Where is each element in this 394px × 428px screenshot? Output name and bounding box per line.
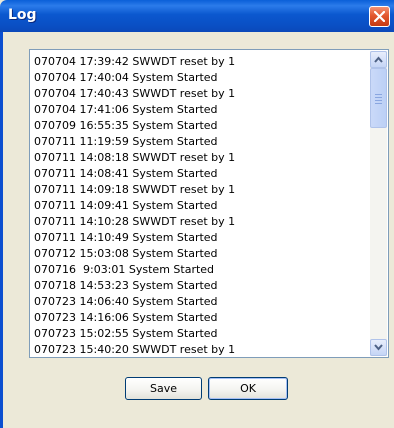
close-button[interactable] bbox=[369, 6, 390, 27]
window-title: Log bbox=[8, 7, 37, 23]
log-line[interactable]: 070704 17:41:06 System Started bbox=[34, 102, 235, 118]
thumb-grip bbox=[375, 94, 382, 95]
ok-button[interactable]: OK bbox=[208, 377, 288, 400]
log-line[interactable]: 070723 15:40:20 SWWDT reset by 1 bbox=[34, 342, 235, 357]
scroll-thumb[interactable] bbox=[370, 68, 387, 128]
scroll-down-button[interactable] bbox=[370, 339, 387, 356]
window-frame bbox=[0, 32, 3, 428]
log-line[interactable]: 070723 15:02:55 System Started bbox=[34, 326, 235, 342]
chevron-down-icon bbox=[374, 344, 383, 351]
log-line[interactable]: 070704 17:40:43 SWWDT reset by 1 bbox=[34, 86, 235, 102]
log-line[interactable]: 070723 14:16:06 System Started bbox=[34, 310, 235, 326]
title-bar[interactable]: Log bbox=[0, 0, 394, 32]
scroll-up-button[interactable] bbox=[370, 51, 387, 68]
save-button[interactable]: Save bbox=[125, 377, 202, 400]
close-icon bbox=[374, 11, 385, 22]
log-line[interactable]: 070716 9:03:01 System Started bbox=[34, 262, 235, 278]
log-line[interactable]: 070718 14:53:23 System Started bbox=[34, 278, 235, 294]
log-line[interactable]: 070711 11:19:59 System Started bbox=[34, 134, 235, 150]
log-lines: 070704 17:39:42 SWWDT reset by 1 070704 1… bbox=[34, 54, 235, 357]
log-line[interactable]: 070711 14:10:49 System Started bbox=[34, 230, 235, 246]
log-line[interactable]: 070711 14:10:28 SWWDT reset by 1 bbox=[34, 214, 235, 230]
vertical-scrollbar[interactable] bbox=[370, 51, 387, 356]
log-line[interactable]: 070704 17:40:04 System Started bbox=[34, 70, 235, 86]
log-line[interactable]: 070711 14:08:41 System Started bbox=[34, 166, 235, 182]
thumb-grip bbox=[375, 97, 382, 98]
log-line[interactable]: 070711 14:08:18 SWWDT reset by 1 bbox=[34, 150, 235, 166]
log-list[interactable]: 070704 17:39:42 SWWDT reset by 1 070704 1… bbox=[29, 49, 389, 358]
thumb-grip bbox=[375, 100, 382, 101]
log-line[interactable]: 070711 14:09:41 System Started bbox=[34, 198, 235, 214]
thumb-grip bbox=[375, 103, 382, 104]
log-line[interactable]: 070723 14:06:40 System Started bbox=[34, 294, 235, 310]
log-dialog: Log 070704 17:39:42 SWWDT reset by 1 0707… bbox=[0, 0, 394, 428]
log-line[interactable]: 070709 16:55:35 System Started bbox=[34, 118, 235, 134]
log-line[interactable]: 070712 15:03:08 System Started bbox=[34, 246, 235, 262]
log-line[interactable]: 070704 17:39:42 SWWDT reset by 1 bbox=[34, 54, 235, 70]
log-line[interactable]: 070711 14:09:18 SWWDT reset by 1 bbox=[34, 182, 235, 198]
chevron-up-icon bbox=[374, 56, 383, 63]
